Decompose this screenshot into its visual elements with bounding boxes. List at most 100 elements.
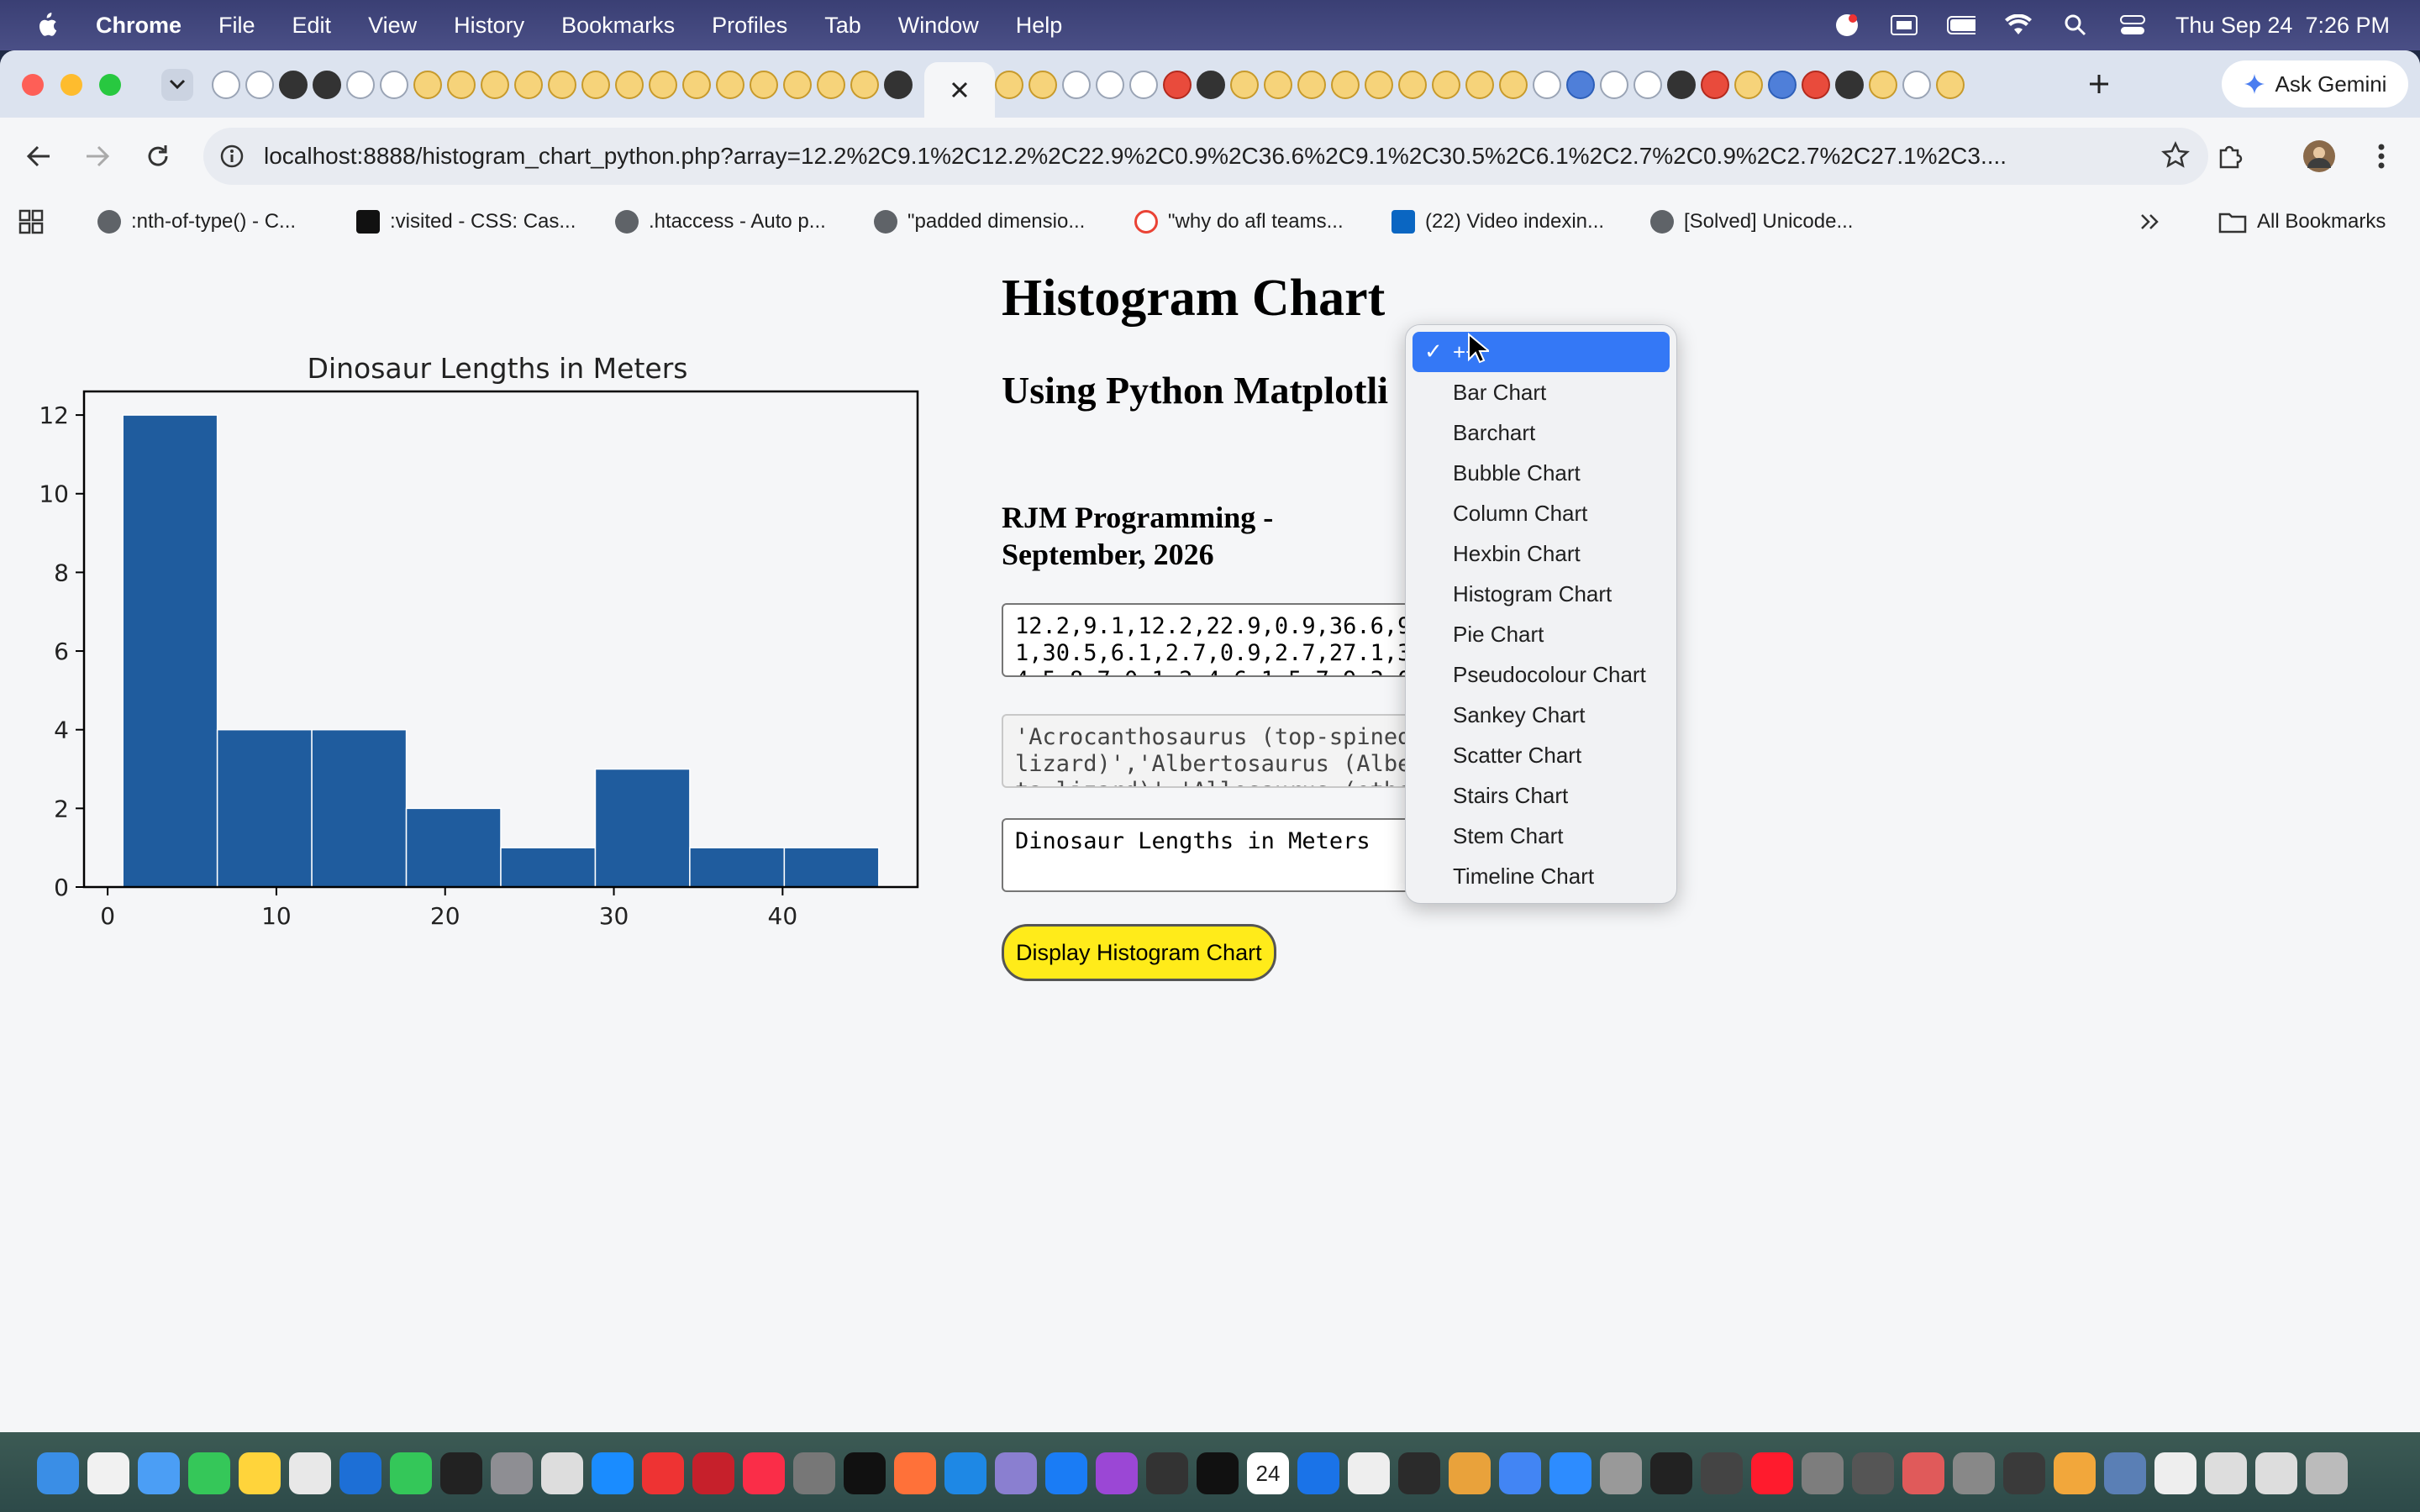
bbedit-icon[interactable] [995, 1452, 1037, 1494]
terminal-icon[interactable] [1197, 1452, 1239, 1494]
facetime-icon[interactable] [390, 1452, 432, 1494]
dropdown-option[interactable]: Pseudocolour Chart [1413, 654, 1670, 695]
paint-icon[interactable] [1449, 1452, 1491, 1494]
bookmark-item[interactable]: "padded dimensio... [874, 207, 1085, 237]
finder-icon[interactable] [37, 1452, 79, 1494]
preview-icon[interactable] [1348, 1452, 1390, 1494]
new-tab-button[interactable] [2082, 67, 2116, 101]
screenshot-icon[interactable] [2255, 1452, 2297, 1494]
tab-favicon[interactable] [245, 71, 274, 99]
tab-favicon[interactable] [1129, 71, 1158, 99]
textedit-icon[interactable] [541, 1452, 583, 1494]
gimp-icon[interactable] [793, 1452, 835, 1494]
bookmark-item[interactable]: :nth-of-type() - C... [97, 207, 296, 237]
news-icon[interactable] [642, 1452, 684, 1494]
tab-favicon[interactable] [1802, 71, 1830, 99]
tab-favicon[interactable] [1869, 71, 1897, 99]
launchpad-icon[interactable] [289, 1452, 331, 1494]
dropdown-option[interactable]: Stem Chart [1413, 816, 1670, 856]
display-chart-button[interactable]: Display Histogram Chart [1002, 924, 1276, 981]
spotlight-search-icon[interactable] [2061, 13, 2090, 38]
menu-edit[interactable]: Edit [292, 13, 332, 39]
tab-favicon[interactable] [313, 71, 341, 99]
tab-favicon[interactable] [212, 71, 240, 99]
tab-favicon[interactable] [1634, 71, 1662, 99]
tab-favicon[interactable] [1365, 71, 1393, 99]
bookmark-item[interactable]: (22) Video indexin... [1392, 207, 1604, 237]
opera-icon[interactable] [1751, 1452, 1793, 1494]
tab-favicon[interactable] [1062, 71, 1091, 99]
calculator-icon[interactable] [491, 1452, 533, 1494]
tab-favicon[interactable] [447, 71, 476, 99]
close-tab-icon[interactable] [950, 81, 969, 99]
tab-favicon[interactable] [380, 71, 408, 99]
app-icon[interactable] [1953, 1452, 1995, 1494]
console-icon[interactable] [1146, 1452, 1188, 1494]
photos-icon[interactable] [2054, 1452, 2096, 1494]
app-icon[interactable] [2003, 1452, 2045, 1494]
extensions-button[interactable] [2212, 138, 2249, 175]
notes-icon[interactable] [239, 1452, 281, 1494]
zoom-window-button[interactable] [99, 74, 121, 96]
tab-search-dropdown[interactable] [161, 69, 193, 101]
dropdown-option[interactable]: Histogram Chart [1413, 574, 1670, 614]
tab-favicon[interactable] [413, 71, 442, 99]
quicktime-icon[interactable] [1297, 1452, 1339, 1494]
dropdown-option[interactable]: Pie Chart [1413, 614, 1670, 654]
intellij-icon[interactable] [1398, 1452, 1440, 1494]
dropdown-option[interactable]: Bar Chart [1413, 372, 1670, 412]
tab-favicon[interactable] [1331, 71, 1360, 99]
menu-app-name[interactable]: Chrome [96, 13, 182, 39]
menu-window[interactable]: Window [898, 13, 979, 39]
tab-favicon[interactable] [995, 71, 1023, 99]
more-bookmarks-button[interactable] [2139, 207, 2161, 237]
menu-view[interactable]: View [368, 13, 417, 39]
close-window-button[interactable] [22, 74, 44, 96]
dropdown-option[interactable]: Timeline Chart [1413, 856, 1670, 896]
document-icon[interactable] [2154, 1452, 2196, 1494]
tab-favicon[interactable] [1533, 71, 1561, 99]
menu-tab[interactable]: Tab [824, 13, 861, 39]
minimize-window-button[interactable] [60, 74, 82, 96]
tab-favicon[interactable] [884, 71, 913, 99]
trash-icon[interactable] [2306, 1452, 2348, 1494]
wifi-icon[interactable] [2004, 13, 2033, 38]
labels-textarea[interactable]: 'Acrocanthosaurus (top-spined lizard)','… [1002, 714, 1439, 788]
battery-icon[interactable] [1946, 13, 1975, 38]
menu-profiles[interactable]: Profiles [712, 13, 787, 39]
chart-type-dropdown[interactable]: ✓ ++ Bar Chart Barchart Bubble Chart Col… [1405, 324, 1677, 904]
dropdown-option[interactable]: Bubble Chart [1413, 453, 1670, 493]
tab-favicon[interactable] [1667, 71, 1696, 99]
activity-monitor-icon[interactable] [440, 1452, 482, 1494]
reminders-icon[interactable] [87, 1452, 129, 1494]
freeform-icon[interactable] [339, 1452, 381, 1494]
tab-favicon[interactable] [581, 71, 610, 99]
tab-favicon[interactable] [1936, 71, 1965, 99]
tab-favicon[interactable] [1465, 71, 1494, 99]
tab-favicon[interactable] [548, 71, 576, 99]
apple-icon[interactable] [34, 11, 59, 39]
messages-icon[interactable] [188, 1452, 230, 1494]
tab-favicon[interactable] [1297, 71, 1326, 99]
tab-favicon[interactable] [514, 71, 543, 99]
tab-favicon[interactable] [481, 71, 509, 99]
dropdown-option[interactable]: Stairs Chart [1413, 775, 1670, 816]
music-icon[interactable] [743, 1452, 785, 1494]
menu-bookmarks[interactable]: Bookmarks [561, 13, 675, 39]
contacts-icon[interactable] [1802, 1452, 1844, 1494]
chart-title-textarea[interactable]: Dinosaur Lengths in Meters [1002, 818, 1439, 892]
tab-favicon[interactable] [279, 71, 308, 99]
apps-grid-button[interactable] [18, 207, 44, 237]
php-icon[interactable] [1852, 1452, 1894, 1494]
chrome-menu-button[interactable] [2363, 138, 2400, 175]
tab-favicon[interactable] [1398, 71, 1427, 99]
url-text[interactable]: localhost:8888/histogram_chart_python.ph… [264, 143, 2112, 170]
tab-favicon[interactable] [1499, 71, 1528, 99]
podcasts-icon[interactable] [1096, 1452, 1138, 1494]
tab-favicon[interactable] [817, 71, 845, 99]
tab-favicon[interactable] [1701, 71, 1729, 99]
tab-favicon[interactable] [1768, 71, 1797, 99]
dropdown-option-selected[interactable]: ✓ ++ [1413, 332, 1670, 372]
screen-icon[interactable] [1890, 13, 1918, 38]
ask-gemini-button[interactable]: Ask Gemini [2222, 60, 2408, 108]
